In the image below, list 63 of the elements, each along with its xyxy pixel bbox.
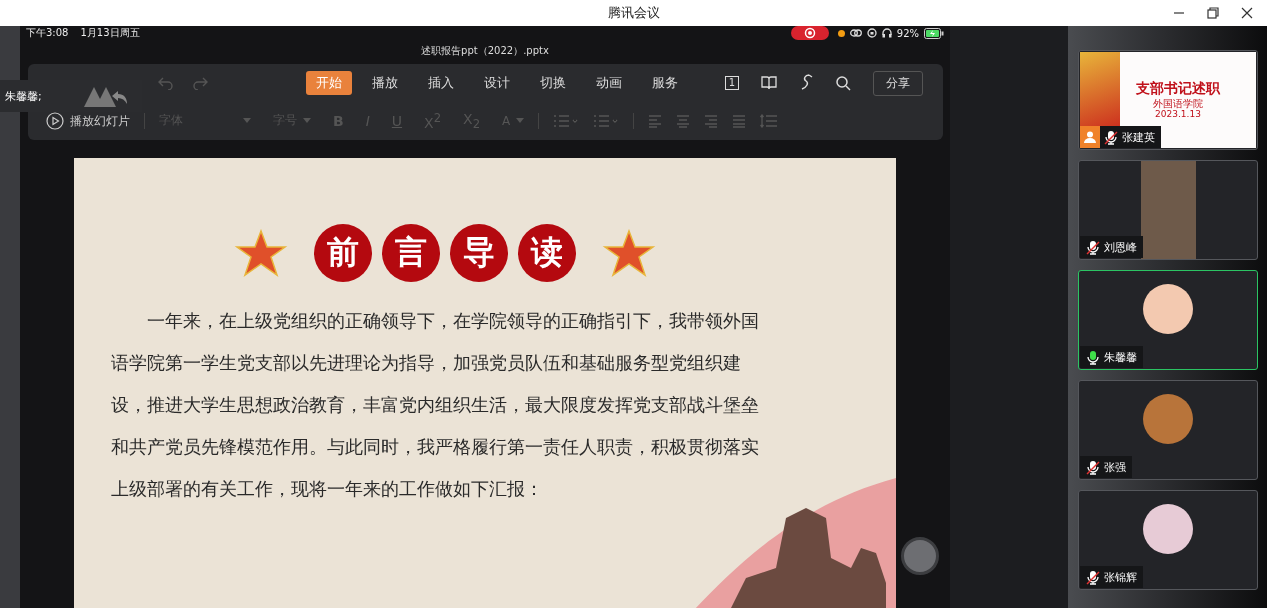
star-icon — [602, 229, 656, 277]
star-icon — [234, 229, 288, 277]
status-date: 1月13日周五 — [80, 26, 140, 40]
dot-icon — [837, 29, 845, 37]
participant-name: 刘恩峰 — [1104, 239, 1137, 255]
battery-percentage: 92% — [896, 27, 919, 39]
caret-icon — [303, 118, 311, 124]
ribbon-tab[interactable]: 插入 — [418, 71, 464, 95]
play-icon — [46, 112, 64, 130]
participant-tile[interactable]: 朱馨馨 — [1078, 270, 1258, 370]
thumbnail-date: 2023.1.13 — [1155, 109, 1201, 119]
share-button[interactable]: 分享 — [873, 70, 923, 96]
ribbon-tab[interactable]: 动画 — [586, 71, 632, 95]
lock-rotation-icon — [866, 28, 877, 38]
ribbon-tab[interactable]: 播放 — [362, 71, 408, 95]
participant-tile[interactable]: 张强 — [1078, 380, 1258, 480]
caret-icon — [516, 118, 525, 124]
justify-icon[interactable] — [732, 114, 747, 128]
floating-button[interactable] — [901, 537, 939, 575]
window-title: 腾讯会议 — [607, 4, 660, 22]
ribbon-tab[interactable]: 设计 — [474, 71, 520, 95]
caret-icon — [243, 118, 251, 124]
heading-character: 读 — [518, 224, 576, 282]
headphones-icon — [881, 28, 892, 38]
restore-icon[interactable] — [1207, 7, 1219, 19]
person-icon — [1080, 126, 1100, 148]
status-time: 下午3:08 — [26, 26, 69, 40]
numbered-list-icon[interactable] — [593, 114, 620, 128]
avatar — [1143, 504, 1193, 554]
heading-character: 言 — [382, 224, 440, 282]
align-center-icon[interactable] — [676, 114, 691, 128]
participant-name: 张强 — [1104, 459, 1126, 475]
thumbnail-subtitle: 外国语学院 — [1153, 98, 1203, 109]
participant-tile[interactable]: 张锦辉 — [1078, 490, 1258, 590]
participant-tile[interactable]: 支部书记述职 外国语学院 2023.1.13 张建英 — [1078, 50, 1258, 150]
slide-number[interactable]: 1 — [724, 76, 739, 90]
avatar — [1143, 284, 1193, 334]
participant-name: 张建英 — [1122, 129, 1155, 145]
pen-squiggle-icon[interactable] — [799, 74, 813, 92]
link-icon — [849, 28, 862, 38]
participant-tile[interactable]: 刘恩峰 — [1078, 160, 1258, 260]
avatar — [1143, 394, 1193, 444]
battery-charging-icon — [924, 27, 944, 39]
speaker-name: 朱馨馨; — [5, 88, 42, 104]
redo-icon[interactable] — [192, 76, 208, 90]
align-right-icon[interactable] — [704, 114, 719, 128]
book-icon[interactable] — [761, 76, 777, 90]
bullet-list-icon[interactable] — [553, 114, 580, 128]
heading-character: 前 — [314, 224, 372, 282]
heading-character: 导 — [450, 224, 508, 282]
close-icon[interactable] — [1241, 7, 1253, 19]
thumbnail-title: 支部书记述职 — [1136, 80, 1220, 98]
undo-icon[interactable] — [158, 76, 174, 90]
slide-paragraph: 一年来，在上级党组织的正确领导下，在学院领导的正确指引下，我带领外国语学院第一学生党支部以先进理论为指导，加强党员队伍和基础服务型党组织建设，推进大学生思想政治教育，丰富党内组织生活，最大限度发挥党支部战斗堡垒和共产党员先锋模范作用。与此同时，我严格履行第一责任人职责，积极贯彻落实上级部署的有关工作，现将一年来的工作做如下汇报： — [111, 309, 760, 501]
line-spacing-icon[interactable] — [760, 114, 779, 128]
play-slideshow-button[interactable]: 播放幻灯片 — [46, 112, 130, 130]
document-title: 述职报告ppt（2022）.pptx — [420, 44, 550, 58]
participant-name: 张锦辉 — [1104, 569, 1137, 585]
participant-name: 朱馨馨 — [1104, 349, 1137, 365]
ribbon-tab[interactable]: 切换 — [530, 71, 576, 95]
align-left-icon[interactable] — [648, 114, 663, 128]
search-icon[interactable] — [835, 75, 851, 91]
ribbon-tab[interactable]: 服务 — [642, 71, 688, 95]
